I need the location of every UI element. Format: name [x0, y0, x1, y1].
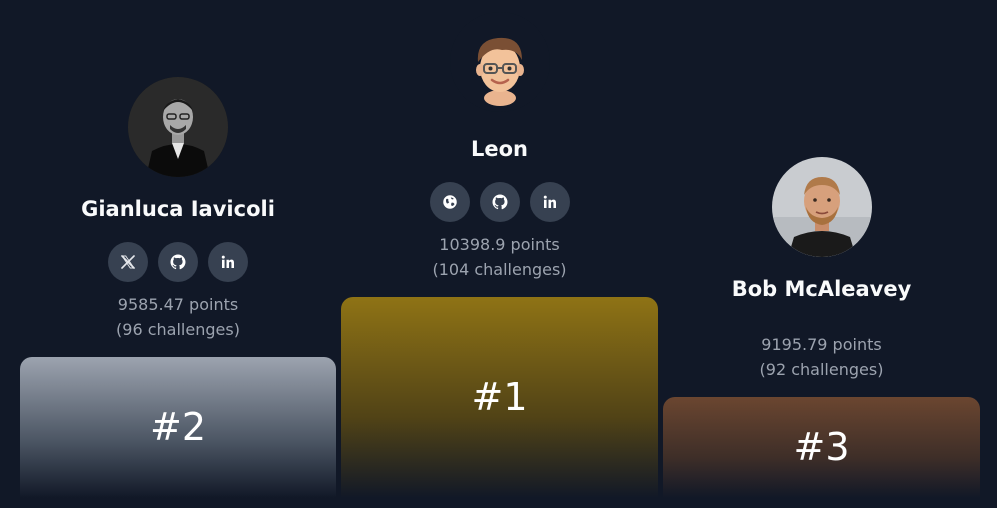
globe-icon: [442, 195, 457, 209]
player-name: Leon: [470, 137, 528, 161]
linkedin-icon: [221, 255, 234, 268]
github-icon: [492, 194, 507, 210]
rank-label: #3: [793, 425, 850, 469]
rank-label: #1: [471, 375, 528, 419]
avatar[interactable]: [449, 12, 550, 112]
leaderboard-podium: Gianluca Iavicoli 9585.47 points (96 cha…: [0, 0, 997, 508]
podium-entry-third: Bob McAleavey 9195.79 points (92 challen…: [663, 0, 980, 508]
social-links: [20, 242, 336, 282]
podium-entry-first: Leon 10398.9 points (104 challenges) #1: [341, 0, 658, 508]
points-text: 9585.47 points: [117, 295, 239, 314]
github-link-button[interactable]: [479, 182, 520, 222]
podium-entry-second: Gianluca Iavicoli 9585.47 points (96 cha…: [20, 0, 336, 508]
challenges-text: (104 challenges): [432, 260, 567, 279]
avatar[interactable]: [128, 77, 228, 177]
podium-block-third: #3: [663, 397, 980, 498]
points-text: 9195.79 points: [761, 335, 882, 354]
player-name: Gianluca Iavicoli: [81, 197, 275, 221]
linkedin-link-button[interactable]: [529, 182, 570, 222]
challenges-text: (96 challenges): [116, 320, 240, 339]
avatar[interactable]: [771, 157, 872, 257]
player-name: Bob McAleavey: [731, 277, 912, 301]
memoji-avatar: [449, 12, 550, 112]
podium-block-second: #2: [20, 357, 336, 498]
website-link-button[interactable]: [429, 182, 470, 222]
linkedin-link-button[interactable]: [208, 242, 248, 282]
challenges-text: (92 challenges): [759, 360, 884, 379]
avatar-photo: [128, 77, 228, 177]
podium-block-first: #1: [341, 297, 658, 498]
avatar-photo: [771, 157, 872, 257]
x-icon: [121, 255, 135, 269]
rank-label: #2: [149, 405, 207, 449]
x-link-button[interactable]: [108, 242, 148, 282]
linkedin-icon: [543, 195, 556, 208]
github-icon: [170, 254, 186, 270]
social-links: [341, 182, 658, 222]
points-text: 10398.9 points: [439, 235, 560, 254]
github-link-button[interactable]: [158, 242, 198, 282]
